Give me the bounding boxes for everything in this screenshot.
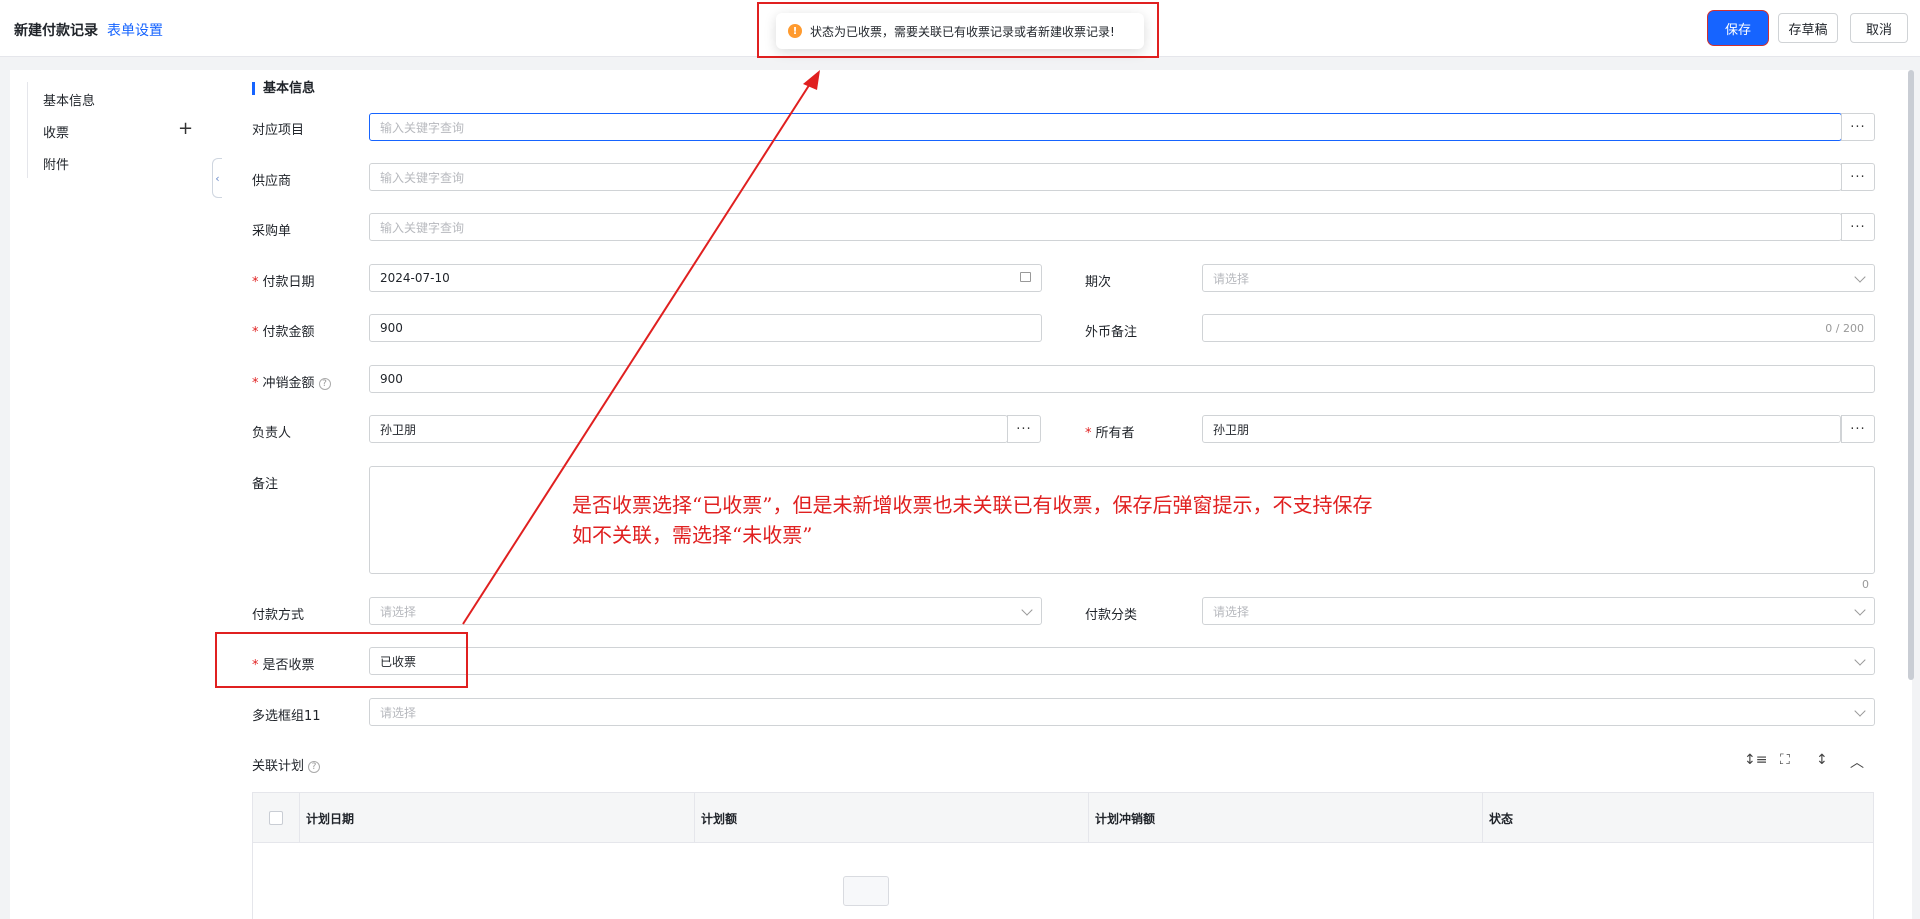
collapse-sidebar-icon[interactable]: ‹ — [212, 158, 222, 198]
supplier-more-icon[interactable]: ··· — [1841, 163, 1875, 191]
form-settings-link[interactable]: 表单设置 — [107, 20, 163, 40]
page-title: 新建付款记录 — [14, 23, 98, 39]
annotation-text: 是否收票选择“已收票”，但是未新增收票也未关联已有收票，保存后弹窗提示，不支持保… — [572, 493, 1373, 547]
remark-counter: 0 — [1862, 578, 1869, 591]
holder-more-icon[interactable]: ··· — [1841, 415, 1875, 443]
project-label: 对应项目 — [252, 123, 305, 138]
sidebar — [10, 70, 222, 919]
chevron-down-icon — [1854, 654, 1866, 666]
purchase-order-input[interactable]: 输入关键字查询 — [369, 213, 1842, 241]
save-button[interactable]: 保存 — [1710, 13, 1766, 43]
fx-note-input[interactable]: 0 / 200 — [1202, 314, 1875, 342]
select-all-checkbox[interactable] — [269, 811, 283, 825]
offset-amount-label: * 冲销金额? — [252, 372, 331, 391]
chevron-up-icon[interactable]: ︿ — [1850, 752, 1864, 772]
expand-vertical-icon[interactable]: ↕ — [1816, 752, 1828, 768]
char-counter: 0 / 200 — [1825, 321, 1864, 335]
column-header[interactable]: 计划额 — [701, 810, 737, 827]
pay-amount-label: * 付款金额 — [252, 325, 315, 340]
help-icon: ? — [318, 378, 331, 390]
multi-group-label: 多选框组11 — [252, 709, 321, 724]
table-header: 计划日期 计划额 计划冲销额 状态 — [253, 793, 1873, 843]
empty-state-icon — [843, 876, 889, 906]
column-header[interactable]: 计划冲销额 — [1095, 810, 1155, 827]
chevron-down-icon — [1854, 705, 1866, 717]
pay-date-picker[interactable]: 2024-07-10 — [369, 264, 1042, 292]
chevron-down-icon — [1021, 604, 1033, 616]
offset-amount-input[interactable]: 900 — [369, 365, 1875, 393]
fullscreen-icon[interactable]: ⛶ — [1780, 752, 1790, 768]
sidebar-item-invoice[interactable]: 收票 — [43, 122, 69, 141]
invoice-highlight-box — [215, 632, 468, 688]
sidebar-item-attachment[interactable]: 附件 — [43, 154, 69, 173]
pay-amount-input[interactable]: 900 — [369, 314, 1042, 342]
chevron-down-icon — [1854, 604, 1866, 616]
period-label: 期次 — [1085, 275, 1112, 290]
owner-person-input[interactable]: 孙卫朋 — [369, 415, 1008, 443]
pay-method-select[interactable]: 请选择 — [369, 597, 1042, 625]
sidebar-divider — [27, 82, 28, 178]
related-plan-table: 计划日期 计划额 计划冲销额 状态 — [252, 792, 1874, 919]
purchase-order-more-icon[interactable]: ··· — [1841, 213, 1875, 241]
pay-method-label: 付款方式 — [252, 608, 305, 623]
multi-group-select[interactable]: 请选择 — [369, 698, 1875, 726]
purchase-order-label: 采购单 — [252, 224, 292, 239]
column-header[interactable]: 计划日期 — [306, 810, 354, 827]
save-draft-button[interactable]: 存草稿 — [1778, 13, 1838, 43]
owner-person-more-icon[interactable]: ··· — [1007, 415, 1041, 443]
project-input[interactable]: 输入关键字查询 — [369, 113, 1842, 141]
remark-label: 备注 — [252, 477, 279, 492]
section-title: 基本信息 — [252, 82, 315, 95]
warning-icon: ! — [788, 24, 802, 38]
pay-date-label: * 付款日期 — [252, 275, 315, 290]
warning-toast: ! 状态为已收票，需要关联已有收票记录或者新建收票记录! — [776, 13, 1144, 49]
column-header[interactable]: 状态 — [1489, 810, 1513, 827]
chevron-down-icon — [1854, 271, 1866, 283]
add-invoice-icon[interactable]: + — [178, 118, 193, 139]
supplier-input[interactable]: 输入关键字查询 — [369, 163, 1842, 191]
pay-category-select[interactable]: 请选择 — [1202, 597, 1875, 625]
supplier-label: 供应商 — [252, 174, 292, 189]
help-icon: ? — [308, 761, 321, 773]
owner-person-label: 负责人 — [252, 426, 292, 441]
project-more-icon[interactable]: ··· — [1841, 113, 1875, 141]
related-plan-label: 关联计划? — [252, 755, 321, 774]
pay-category-label: 付款分类 — [1085, 608, 1138, 623]
holder-input[interactable]: 孙卫朋 — [1202, 415, 1841, 443]
fx-note-label: 外币备注 — [1085, 325, 1138, 340]
calendar-icon — [1020, 272, 1031, 282]
cancel-button[interactable]: 取消 — [1850, 13, 1908, 43]
invoice-received-select[interactable]: 已收票 — [369, 647, 1875, 675]
row-height-icon[interactable]: ↕≡ — [1744, 752, 1767, 768]
period-select[interactable]: 请选择 — [1202, 264, 1875, 292]
toast-message: 状态为已收票，需要关联已有收票记录或者新建收票记录! — [810, 24, 1115, 39]
holder-label: * 所有者 — [1085, 426, 1135, 441]
sidebar-item-basic-info[interactable]: 基本信息 — [43, 90, 95, 109]
